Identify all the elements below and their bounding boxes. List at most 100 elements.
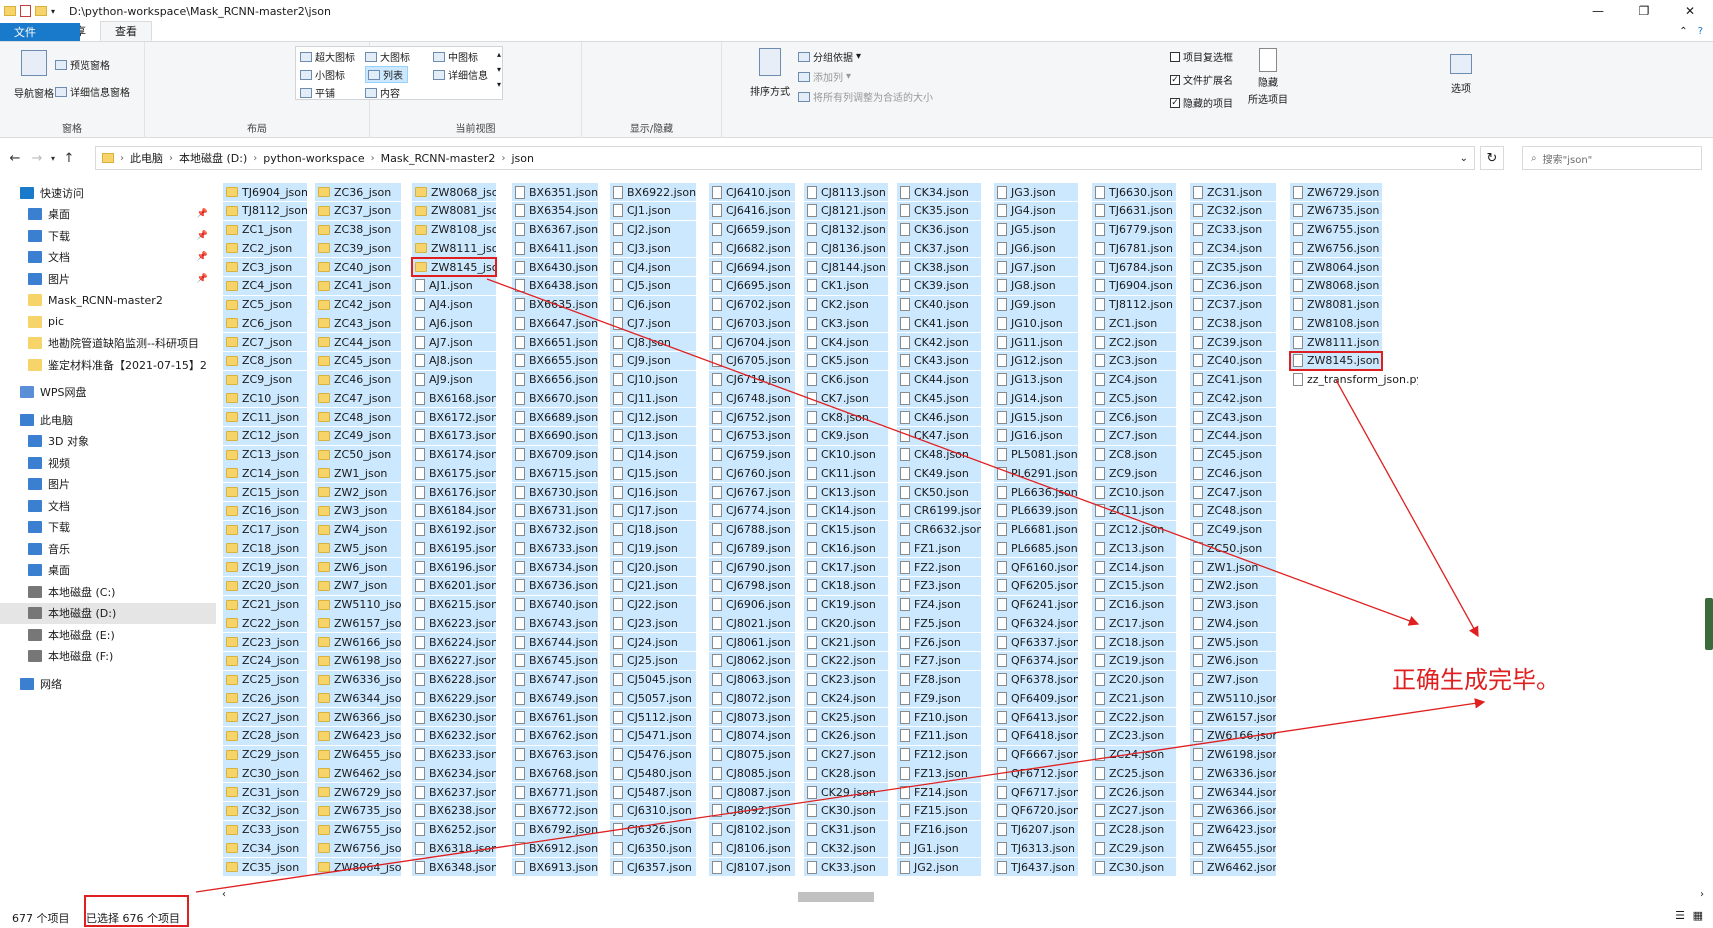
file-item[interactable]: ZW6166.json [1190,726,1276,745]
file-item[interactable]: JG4.json [994,201,1078,220]
file-item[interactable]: FZ8.json [897,670,981,689]
file-item[interactable]: AJ9.json [412,370,496,389]
file-item[interactable]: CJ6753.json [709,426,795,445]
folder-item[interactable]: ZC28_json [223,726,307,745]
file-item[interactable]: CK30.json [804,801,888,820]
file-item[interactable]: FZ14.json [897,783,981,801]
file-item[interactable]: ZC24.json [1092,745,1176,764]
file-item[interactable]: ZC33.json [1190,220,1276,239]
file-item[interactable]: ZW8068.json [1290,276,1382,295]
file-item[interactable]: CJ8072.json [709,689,795,708]
file-item[interactable]: CK36.json [897,220,981,239]
layout-tiles[interactable]: 平铺 [300,85,335,100]
file-item[interactable]: ZC21.json [1092,689,1176,708]
file-item[interactable]: CJ8074.json [709,726,795,745]
file-item[interactable]: ZC30.json [1092,858,1176,876]
file-item[interactable]: CR6199.json [897,501,981,520]
file-item[interactable]: CK8.json [804,408,888,426]
file-item[interactable]: PL6636.json [994,483,1078,501]
folder-item[interactable]: ZW6756_json [315,839,401,858]
folder-item[interactable]: ZW5_json [315,539,401,558]
folder-item[interactable]: ZC44_json [315,333,401,351]
file-item[interactable]: BX6229.json [412,689,496,708]
file-item[interactable]: ZC11.json [1092,501,1176,520]
nav-item-qa_items-4[interactable]: Mask_RCNN-master2 [0,290,216,311]
file-item[interactable]: ZW6735.json [1290,201,1382,220]
file-item[interactable]: TJ6630.json [1092,183,1176,201]
file-item[interactable]: CJ8121.json [804,201,888,220]
file-item[interactable]: CJ6719.json [709,370,795,389]
file-item[interactable]: ZC13.json [1092,539,1176,558]
file-item[interactable]: CK3.json [804,314,888,333]
nav-item-pc_items-1[interactable]: 视频 [0,452,216,473]
file-item[interactable]: PL5081.json [994,445,1078,464]
file-item[interactable]: JG1.json [897,839,981,858]
file-item[interactable]: BX6655.json [512,351,598,370]
file-item[interactable]: CK48.json [897,445,981,464]
file-item[interactable]: BX6354.json [512,201,598,220]
nav-item-qa_items-3[interactable]: 图片 📌 [0,268,216,289]
file-item[interactable]: JG5.json [994,220,1078,239]
folder-item[interactable]: ZC43_json [315,314,401,333]
folder-item[interactable]: ZC16_json [223,501,307,520]
nav-item-qa_items-1[interactable]: 下载 📌 [0,225,216,246]
file-item[interactable]: CK16.json [804,539,888,558]
file-item[interactable]: CK9.json [804,426,888,445]
folder-item[interactable]: ZW6_json [315,558,401,576]
file-item[interactable]: CK24.json [804,689,888,708]
file-item[interactable]: BX6730.json [512,483,598,501]
file-item[interactable]: ZW6198.json [1190,745,1276,764]
file-item[interactable]: BX6689.json [512,408,598,426]
nav-item-pc_items-2[interactable]: 图片 [0,474,216,495]
file-item[interactable]: CJ5480.json [610,764,696,783]
folder-item[interactable]: ZW6366_json [315,708,401,726]
file-item[interactable]: QF6205.json [994,576,1078,595]
folder-item[interactable]: ZW8111_json [412,239,496,258]
file-item[interactable]: PL6291.json [994,464,1078,483]
file-item[interactable]: QF6324.json [994,614,1078,633]
file-item[interactable]: ZC50.json [1190,539,1276,558]
nav-item-network[interactable]: 网络 [0,673,216,694]
file-item[interactable]: BX6228.json [412,670,496,689]
folder-item[interactable]: ZC6_json [223,314,307,333]
pin-icon[interactable]: 📌 [197,252,208,262]
file-item[interactable]: FZ4.json [897,595,981,614]
file-item[interactable]: BX6731.json [512,501,598,520]
file-item[interactable]: QF6717.json [994,783,1078,801]
close-button[interactable]: ✕ [1667,0,1713,22]
folder-item[interactable]: ZC15_json [223,483,307,501]
folder-item[interactable]: ZC13_json [223,445,307,464]
file-item[interactable]: CJ7.json [610,314,696,333]
file-item[interactable]: CJ6695.json [709,276,795,295]
file-item[interactable]: JG9.json [994,295,1078,314]
file-item[interactable]: CJ22.json [610,595,696,614]
file-item[interactable]: AJ1.json [412,276,496,295]
file-item[interactable]: BX6922.json [610,183,696,201]
folder-item[interactable]: ZC27_json [223,708,307,726]
file-item[interactable]: BX6912.json [512,839,598,858]
file-item[interactable]: CJ6659.json [709,220,795,239]
file-item[interactable]: BX6238.json [412,801,496,820]
file-item[interactable]: ZW8145.json [1289,350,1383,371]
folder-item[interactable]: ZC46_json [315,370,401,389]
fit-columns-button[interactable]: 将所有列调整为合适的大小 [798,89,933,104]
file-item[interactable]: CJ6767.json [709,483,795,501]
file-item[interactable]: QF6337.json [994,633,1078,651]
file-item[interactable]: CJ4.json [610,258,696,276]
file-item[interactable]: BX6237.json [412,783,496,801]
file-item[interactable]: CK14.json [804,501,888,520]
file-item[interactable]: QF6378.json [994,670,1078,689]
recent-dropdown-icon[interactable]: ▾ [48,154,58,163]
file-item[interactable]: FZ5.json [897,614,981,633]
file-item[interactable]: CJ8073.json [709,708,795,726]
file-item[interactable]: CK44.json [897,370,981,389]
side-handle[interactable] [1705,598,1713,650]
file-item[interactable]: BX6690.json [512,426,598,445]
file-item[interactable]: CJ8102.json [709,820,795,839]
file-item[interactable]: BX6411.json [512,239,598,258]
folder-item[interactable]: ZC41_json [315,276,401,295]
file-item[interactable]: CK1.json [804,276,888,295]
file-item[interactable]: CJ8062.json [709,651,795,670]
file-item[interactable]: ZC1.json [1092,314,1176,333]
file-item[interactable]: TJ6631.json [1092,201,1176,220]
